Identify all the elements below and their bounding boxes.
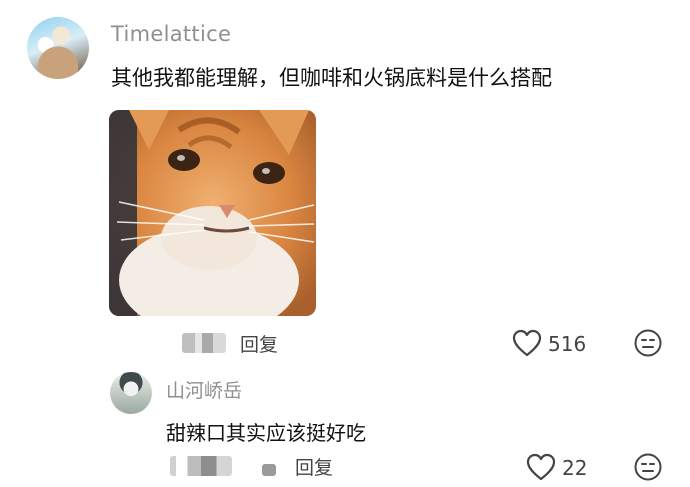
comment-timestamp-blurred — [182, 333, 226, 353]
reply-text: 甜辣口其实应该挺好吃 — [166, 421, 366, 445]
heart-outline-icon[interactable] — [526, 453, 556, 481]
reply-timestamp-blurred — [170, 456, 232, 476]
reply-avatar[interactable] — [110, 372, 152, 414]
heart-outline-icon[interactable] — [512, 329, 542, 357]
reply-username[interactable]: 山河峤岳 — [166, 376, 242, 403]
neutral-face-icon[interactable] — [633, 452, 663, 482]
comment-like-count: 516 — [548, 332, 587, 356]
comment-reply-button[interactable]: 回复 — [240, 330, 278, 357]
comment-text: 其他我都能理解，但咖啡和火锅底料是什么搭配 — [111, 66, 552, 90]
comment-image-cat[interactable] — [109, 110, 316, 316]
commenter-avatar[interactable] — [27, 17, 89, 79]
cat-photo — [109, 110, 316, 316]
commenter-username[interactable]: Timelattice — [111, 22, 231, 46]
reply-reply-button[interactable]: 回复 — [295, 453, 333, 480]
reply-location-blurred — [262, 464, 276, 476]
neutral-face-icon[interactable] — [633, 328, 663, 358]
reply-like-count: 22 — [562, 456, 588, 480]
